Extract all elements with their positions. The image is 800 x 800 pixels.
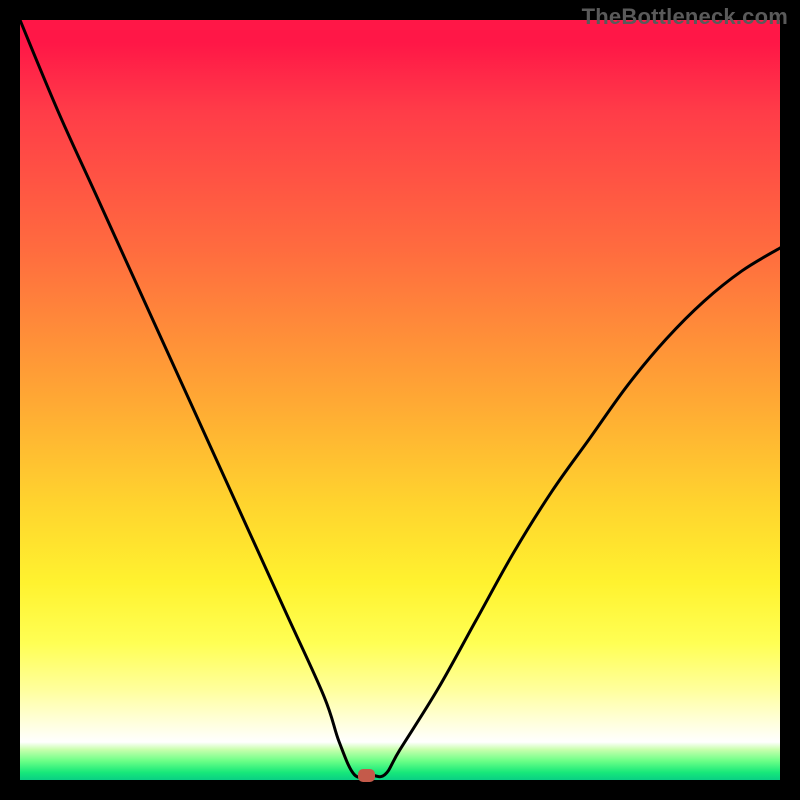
bottleneck-curve	[20, 20, 780, 780]
plot-area	[20, 20, 780, 780]
optimal-point-marker	[358, 769, 375, 782]
watermark-label: TheBottleneck.com	[582, 4, 788, 30]
curve-path	[20, 20, 780, 777]
chart-frame: TheBottleneck.com	[0, 0, 800, 800]
